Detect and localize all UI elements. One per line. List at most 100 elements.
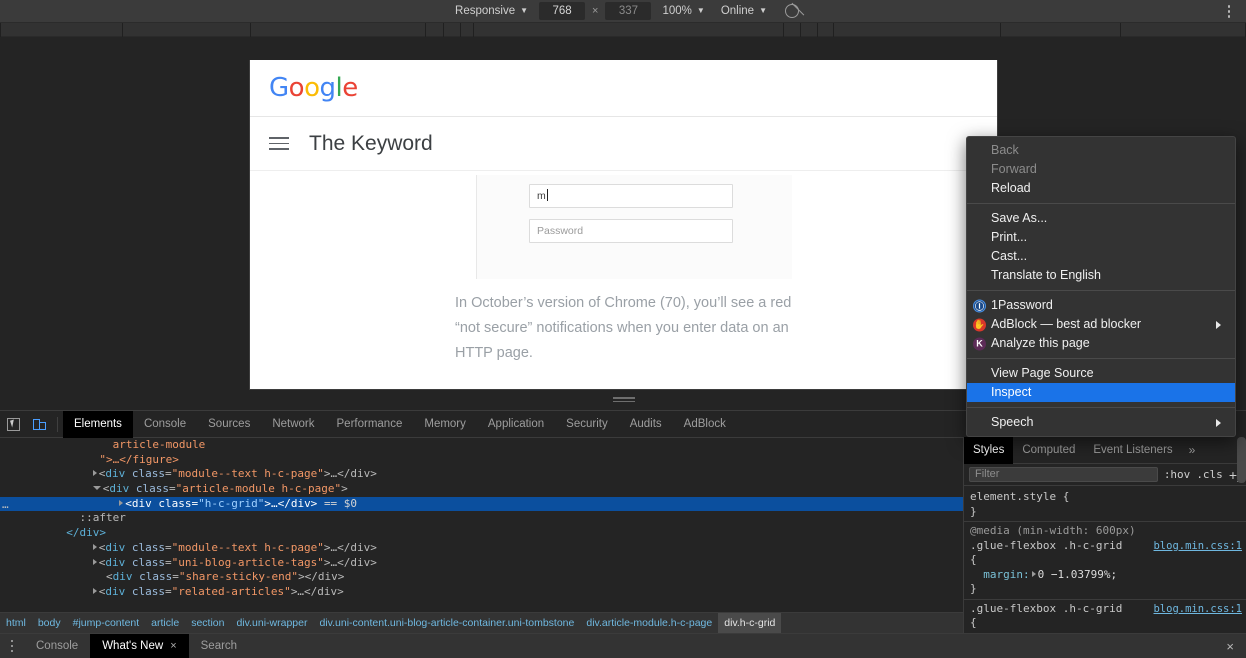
tab-console[interactable]: Console	[133, 411, 197, 438]
dom-tree-row[interactable]: ">…</figure>	[0, 453, 963, 468]
keyword-navbar: The Keyword	[250, 117, 997, 171]
context-menu-item-reload[interactable]: Reload	[967, 179, 1235, 198]
no-throttling-icon[interactable]	[785, 4, 799, 18]
breadcrumb-item[interactable]: article	[145, 613, 185, 634]
breadcrumb-item[interactable]: html	[0, 613, 32, 634]
tab-elements[interactable]: Elements	[63, 411, 133, 438]
css-rule[interactable]: .glue-flexbox .h-c-gridblog.min.css:1{	[964, 600, 1246, 634]
breadcrumb-item[interactable]: section	[185, 613, 230, 634]
more-tabs-icon[interactable]: »	[1182, 443, 1203, 457]
tab-memory[interactable]: Memory	[413, 411, 477, 438]
dom-tree-row[interactable]: <div class="uni-blog-article-tags">…</di…	[0, 556, 963, 571]
expand-triangle-icon[interactable]	[93, 544, 97, 550]
dom-tree-row[interactable]: … <div class="h-c-grid">…</div> == $0	[0, 497, 963, 512]
hamburger-icon[interactable]	[269, 137, 289, 150]
css-rule[interactable]: element.style {}	[964, 488, 1246, 522]
drawer-tab-console[interactable]: Console	[24, 634, 90, 658]
expand-triangle-icon[interactable]	[93, 559, 97, 565]
expand-triangle-icon[interactable]	[93, 470, 97, 476]
viewport-width-input[interactable]: 768	[539, 2, 585, 20]
drawer-kebab-menu[interactable]	[0, 640, 24, 653]
context-menu-item-analyze-page-label: Analyze this page	[991, 334, 1090, 353]
css-rules-list: element.style {}@media (min-width: 600px…	[964, 486, 1246, 634]
expand-triangle-icon[interactable]	[93, 588, 97, 594]
device-preset-select[interactable]: Responsive ▼	[447, 3, 536, 19]
tab-application[interactable]: Application	[477, 411, 555, 438]
breadcrumb-item[interactable]: body	[32, 613, 67, 634]
context-menu-item-1password[interactable]: Ⓘ 1Password	[967, 296, 1235, 315]
tab-network[interactable]: Network	[261, 411, 325, 438]
tab-styles[interactable]: Styles	[964, 437, 1013, 464]
css-selector[interactable]: .glue-flexbox .h-c-gridblog.min.css:1	[970, 602, 1240, 617]
expand-triangle-icon[interactable]	[119, 500, 123, 506]
css-selector[interactable]: element.style {	[970, 490, 1240, 505]
viewport-resize-handle[interactable]	[613, 395, 635, 404]
dom-tree-row[interactable]: article-module	[0, 438, 963, 453]
context-menu-item-inspect[interactable]: Inspect	[967, 383, 1235, 402]
collapse-triangle-icon[interactable]	[93, 486, 101, 490]
logo-letter-o1: o	[289, 73, 304, 103]
network-throttling-select[interactable]: Online ▼	[713, 3, 775, 19]
styles-filter-row: Filter :hov .cls +	[964, 464, 1246, 486]
password-input[interactable]: Password	[529, 219, 733, 243]
dom-tree-row[interactable]: <div class="module--text h-c-page">…</di…	[0, 541, 963, 556]
dom-tree-row[interactable]: </div>	[0, 526, 963, 541]
context-menu-item-save-as[interactable]: Save As...	[967, 209, 1235, 228]
context-menu-item-translate[interactable]: Translate to English	[967, 266, 1235, 285]
css-source-link[interactable]: blog.min.css:1	[1153, 539, 1242, 554]
dom-tree-row[interactable]: <div class="module--text h-c-page">…</di…	[0, 467, 963, 482]
dom-tree-row[interactable]: <div class="article-module h-c-page">	[0, 482, 963, 497]
tab-event-listeners[interactable]: Event Listeners	[1084, 437, 1181, 464]
tab-audits[interactable]: Audits	[619, 411, 673, 438]
styles-filter-input[interactable]: Filter	[969, 467, 1158, 482]
tab-adblock[interactable]: AdBlock	[673, 411, 737, 438]
username-input[interactable]: m	[529, 184, 733, 208]
dom-tree-row[interactable]: <div class="share-sticky-end"></div>	[0, 570, 963, 585]
context-menu-item-cast[interactable]: Cast...	[967, 247, 1235, 266]
context-menu-item-view-page-source[interactable]: View Page Source	[967, 364, 1235, 383]
css-declaration[interactable]: margin:0 −1.03799%;	[970, 568, 1240, 583]
context-menu-item-speech[interactable]: Speech	[967, 413, 1235, 432]
context-menu-item-back[interactable]: Back	[967, 141, 1235, 160]
css-source-link[interactable]: blog.min.css:1	[1153, 602, 1242, 617]
dom-tree[interactable]: article-module ">…</figure> <div class="…	[0, 438, 963, 630]
viewport-height-input[interactable]: 337	[605, 2, 651, 20]
breadcrumb-item[interactable]: div.uni-wrapper	[230, 613, 313, 634]
close-drawer-icon[interactable]: ×	[1226, 639, 1234, 654]
breadcrumb-item[interactable]: #jump-content	[67, 613, 146, 634]
zoom-select[interactable]: 100% ▼	[654, 3, 712, 19]
expand-shorthand-icon[interactable]	[1032, 571, 1036, 577]
context-menu-item-1password-label: 1Password	[991, 296, 1053, 315]
emulated-page-viewport[interactable]: Google The Keyword m Password In October…	[249, 60, 998, 390]
tab-security[interactable]: Security	[555, 411, 619, 438]
context-menu-item-adblock[interactable]: ✋ AdBlock — best ad blocker	[967, 315, 1235, 334]
context-menu-item-forward[interactable]: Forward	[967, 160, 1235, 179]
css-media-query: @media (min-width: 600px)	[970, 524, 1240, 539]
toggle-hover-state-button[interactable]: :hov	[1164, 468, 1191, 481]
dom-tree-row[interactable]: ::after	[0, 511, 963, 526]
close-icon[interactable]: ×	[170, 634, 176, 658]
inspect-element-button[interactable]	[0, 411, 26, 437]
devtools-window: Responsive ▼ 768 × 337 100% ▼ Online ▼	[0, 0, 1246, 658]
breadcrumb-item[interactable]: div.article-module.h-c-page	[580, 613, 718, 634]
google-header-bar: Google	[250, 60, 997, 117]
device-toolbar-kebab-menu[interactable]	[1220, 0, 1238, 23]
breadcrumb-item[interactable]: div.uni-content.uni-blog-article-contain…	[313, 613, 580, 634]
breadcrumb-item[interactable]: div.h-c-grid	[718, 613, 781, 634]
tab-sources[interactable]: Sources	[197, 411, 261, 438]
toggle-class-button[interactable]: .cls	[1196, 468, 1223, 481]
tab-performance[interactable]: Performance	[326, 411, 414, 438]
drawer-tab-search-label: Search	[201, 634, 237, 658]
drawer-tab-whats-new[interactable]: What's New ×	[90, 634, 188, 658]
devtools-drawer: Console What's New × Search ×	[0, 633, 1246, 658]
dom-tree-row[interactable]: <div class="related-articles">…</div>	[0, 585, 963, 600]
drawer-tab-search[interactable]: Search	[189, 634, 249, 658]
context-menu-item-analyze-page[interactable]: K Analyze this page	[967, 334, 1235, 353]
tab-computed[interactable]: Computed	[1013, 437, 1084, 464]
css-rule[interactable]: @media (min-width: 600px).glue-flexbox .…	[964, 522, 1246, 600]
device-toolbar-button[interactable]	[26, 411, 52, 437]
browser-context-menu: Back Forward Reload Save As... Print... …	[966, 136, 1236, 437]
context-menu-item-print[interactable]: Print...	[967, 228, 1235, 247]
css-selector[interactable]: .glue-flexbox .h-c-gridblog.min.css:1	[970, 539, 1240, 554]
styles-scrollbar[interactable]	[1237, 437, 1246, 483]
